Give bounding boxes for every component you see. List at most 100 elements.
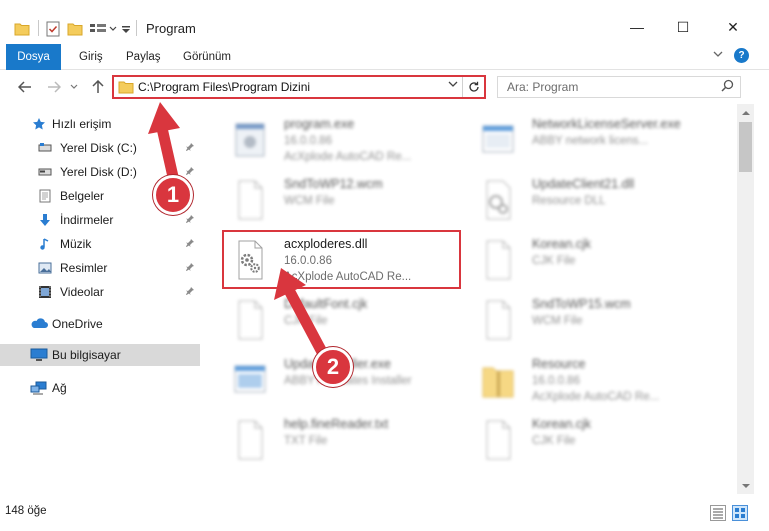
file-item[interactable]: SndToWP12.wcm WCM File bbox=[222, 172, 462, 232]
nav-item-label: Yerel Disk (C:) bbox=[60, 141, 137, 155]
refresh-button[interactable] bbox=[462, 77, 484, 97]
file-icon bbox=[232, 178, 268, 222]
file-name: SndToWP15.wcm bbox=[532, 297, 631, 311]
dll-icon bbox=[480, 178, 516, 222]
new-folder-icon[interactable] bbox=[67, 18, 83, 40]
drive-icon bbox=[38, 141, 52, 155]
recent-locations-button[interactable] bbox=[67, 77, 81, 97]
nav-item-label: OneDrive bbox=[52, 317, 103, 331]
nav-item-videos[interactable]: Videolar bbox=[0, 281, 200, 303]
nav-item-label: Belgeler bbox=[60, 189, 105, 203]
folder-icon bbox=[118, 80, 134, 94]
file-type: CJK File bbox=[532, 255, 576, 267]
scroll-up-icon[interactable] bbox=[737, 104, 754, 120]
properties-icon[interactable] bbox=[46, 18, 60, 40]
file-icon bbox=[232, 298, 268, 342]
nav-item-label: Videolar bbox=[60, 285, 104, 299]
nav-item-drive-c[interactable]: Yerel Disk (C:) bbox=[0, 137, 200, 159]
item-count: 148 öğe bbox=[5, 505, 47, 517]
file-type: WCM File bbox=[284, 195, 335, 207]
file-item[interactable]: Resource 16.0.0.86 AcXplode AutoCAD Re..… bbox=[470, 352, 710, 412]
tiles-view-icon[interactable] bbox=[732, 505, 748, 521]
file-item[interactable]: Korean.cjk CJK File bbox=[470, 232, 710, 292]
nav-item-onedrive[interactable]: OneDrive bbox=[0, 313, 200, 335]
file-name: Korean.cjk bbox=[532, 237, 592, 251]
tab-share[interactable]: Paylaş bbox=[116, 44, 171, 70]
drive-icon bbox=[38, 165, 52, 179]
file-item[interactable]: Korean.cjk CJK File bbox=[470, 412, 710, 472]
address-bar[interactable]: C:\Program Files\Program Dizini bbox=[112, 75, 486, 99]
nav-item-music[interactable]: Müzik bbox=[0, 233, 200, 255]
file-type: CJK File bbox=[284, 315, 328, 327]
nav-item-label: Bu bilgisayar bbox=[52, 348, 121, 362]
file-item[interactable]: DefaultFont.cjk CJK File bbox=[222, 292, 462, 352]
maximize-button[interactable]: ☐ bbox=[660, 12, 706, 42]
vertical-scrollbar[interactable] bbox=[737, 104, 754, 494]
navigation-pane: Hızlı erişim Yerel Disk (C:) Yerel Disk … bbox=[0, 104, 200, 494]
pin-icon bbox=[185, 142, 195, 155]
file-name: Korean.cjk bbox=[532, 417, 592, 431]
file-list: program.exe 16.0.0.86 AcXplode AutoCAD R… bbox=[200, 104, 735, 494]
details-view-icon[interactable] bbox=[710, 505, 726, 521]
nav-item-label: Müzik bbox=[60, 237, 92, 251]
nav-item-quick-access[interactable]: Hızlı erişim bbox=[0, 113, 200, 135]
exe-icon bbox=[232, 118, 268, 162]
scroll-thumb[interactable] bbox=[739, 122, 752, 172]
file-name: Resource bbox=[532, 357, 586, 371]
pin-icon bbox=[185, 286, 195, 299]
search-placeholder: Ara: Program bbox=[507, 80, 579, 94]
dropdown-icon[interactable] bbox=[121, 18, 131, 40]
tab-home[interactable]: Giriş bbox=[69, 44, 113, 70]
minimize-button[interactable]: — bbox=[614, 12, 660, 42]
folder-icon[interactable] bbox=[14, 18, 30, 40]
nav-item-network[interactable]: Ağ bbox=[0, 377, 200, 399]
title-bar: Program — ☐ ✕ bbox=[0, 0, 769, 44]
step-badge-1: 1 bbox=[153, 175, 193, 215]
tab-view[interactable]: Görünüm bbox=[173, 44, 241, 70]
file-item[interactable]: NetworkLicenseServer.exe ABBY network li… bbox=[470, 112, 710, 172]
up-button[interactable] bbox=[88, 77, 108, 97]
nav-item-label: Hızlı erişim bbox=[52, 117, 112, 131]
nav-item-label: Resimler bbox=[60, 261, 108, 275]
file-item[interactable]: UpdateClient21.dll Resource DLL bbox=[470, 172, 710, 232]
file-icon bbox=[480, 238, 516, 282]
forward-button[interactable] bbox=[44, 77, 64, 97]
address-path[interactable]: C:\Program Files\Program Dizini bbox=[138, 80, 310, 94]
archive-icon bbox=[480, 358, 516, 402]
file-name: SndToWP12.wcm bbox=[284, 177, 383, 191]
nav-item-label: Ağ bbox=[52, 381, 67, 395]
file-item[interactable]: program.exe 16.0.0.86 AcXplode AutoCAD R… bbox=[222, 112, 462, 172]
file-name: help.fineReader.txt bbox=[284, 417, 389, 431]
file-item[interactable]: help.fineReader.txt TXT File bbox=[222, 412, 462, 472]
network-icon bbox=[30, 381, 48, 395]
file-type: WCM File bbox=[532, 315, 583, 327]
close-button[interactable]: ✕ bbox=[710, 12, 756, 42]
documents-icon bbox=[38, 189, 52, 203]
customize-toolbar-icon[interactable] bbox=[89, 18, 119, 40]
step-badge-2: 2 bbox=[313, 347, 353, 387]
file-icon bbox=[232, 418, 268, 462]
search-icon[interactable] bbox=[721, 79, 734, 95]
pictures-icon bbox=[38, 261, 52, 275]
scroll-down-icon[interactable] bbox=[737, 478, 754, 494]
file-type: TXT File bbox=[284, 435, 328, 447]
ribbon-expand-icon[interactable] bbox=[713, 50, 723, 61]
file-type: CJK File bbox=[532, 435, 576, 447]
pin-icon bbox=[185, 166, 195, 179]
search-input[interactable]: Ara: Program bbox=[497, 76, 741, 98]
nav-item-pictures[interactable]: Resimler bbox=[0, 257, 200, 279]
back-button[interactable] bbox=[15, 77, 35, 97]
file-version: 16.0.0.86 bbox=[532, 375, 580, 387]
file-name: UpdateClient21.dll bbox=[532, 177, 635, 191]
file-item[interactable]: SndToWP15.wcm WCM File bbox=[470, 292, 710, 352]
help-icon[interactable]: ? bbox=[734, 48, 749, 63]
file-name: program.exe bbox=[284, 117, 355, 131]
chevron-down-icon[interactable] bbox=[448, 79, 458, 91]
tab-file[interactable]: Dosya bbox=[6, 44, 61, 70]
file-name: NetworkLicenseServer.exe bbox=[532, 117, 681, 131]
download-icon bbox=[38, 213, 52, 227]
nav-item-this-pc[interactable]: Bu bilgisayar bbox=[0, 344, 200, 366]
cloud-icon bbox=[30, 317, 48, 331]
file-highlight bbox=[222, 230, 461, 289]
file-description: AcXplode AutoCAD Re... bbox=[284, 151, 412, 163]
